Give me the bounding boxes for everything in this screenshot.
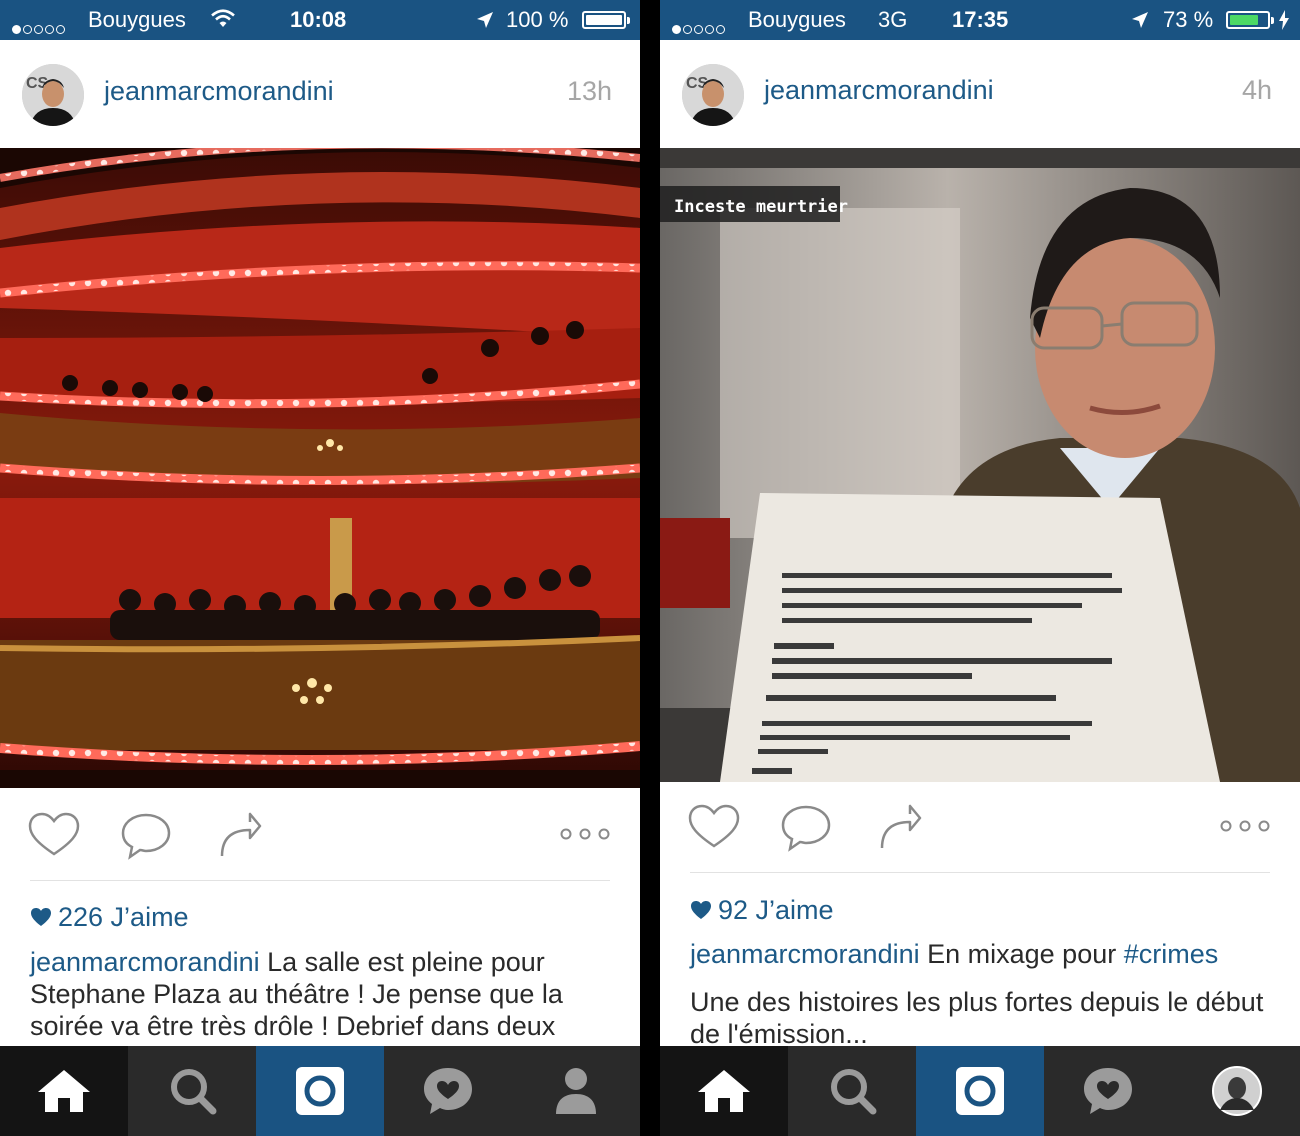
divider (690, 872, 1270, 873)
wifi-icon (211, 9, 235, 27)
activity-heart-bubble-icon (1084, 1068, 1132, 1114)
activity-tab[interactable] (1044, 1046, 1172, 1136)
caption-text: En mixage pour (919, 939, 1124, 969)
caption-hashtag[interactable]: #crimes (1124, 939, 1219, 969)
photo-overlay-title: Inceste meurtrier (674, 197, 848, 217)
profile-icon (556, 1068, 596, 1114)
likes-label: 226 J’aime (58, 902, 189, 932)
like-heart-icon[interactable] (28, 812, 80, 858)
caption-username[interactable]: jeanmarcmorandini (30, 947, 260, 977)
more-options-icon[interactable] (560, 828, 610, 840)
battery-icon (582, 11, 630, 29)
camera-icon (296, 1067, 344, 1115)
signal-dots-icon (12, 14, 67, 40)
home-icon (38, 1070, 90, 1112)
tab-bar (0, 1046, 640, 1136)
comment-bubble-icon[interactable] (780, 804, 832, 852)
post-caption: jeanmarcmorandini La salle est pleine po… (30, 946, 620, 1042)
network-type: 3G (878, 7, 908, 32)
post-username[interactable]: jeanmarcmorandini (764, 75, 994, 106)
tab-bar (660, 1046, 1300, 1136)
small-heart-icon (691, 900, 711, 919)
profile-avatar-tab[interactable] (1172, 1046, 1300, 1136)
caption-username[interactable]: jeanmarcmorandini (690, 939, 920, 969)
user-avatar[interactable]: CS (682, 64, 744, 126)
battery-percent: 100 % (506, 7, 569, 32)
share-arrow-icon[interactable] (216, 812, 262, 858)
home-icon (698, 1070, 750, 1112)
carrier-label: Bouygues (748, 7, 846, 32)
profile-avatar-icon (1212, 1066, 1262, 1116)
comment-bubble-icon[interactable] (120, 812, 172, 860)
location-arrow-icon (477, 12, 493, 28)
likes-label: 92 J’aime (718, 895, 834, 925)
more-options-icon[interactable] (1220, 820, 1270, 832)
likes-count[interactable]: 226 J’aime (30, 902, 189, 933)
phone-screen-left: Bouygues 10:08 100 % CS jeanmarcmorandin… (0, 0, 640, 1136)
search-tab[interactable] (128, 1046, 256, 1136)
clock: 17:35 (952, 7, 1009, 32)
post-caption: jeanmarcmorandini En mixage pour #crimes (690, 938, 1280, 970)
charging-bolt-icon (1279, 10, 1289, 30)
battery-icon (1226, 11, 1274, 29)
post-caption-line2: Une des histoires les plus fortes depuis… (690, 987, 1264, 1049)
profile-tab[interactable] (512, 1046, 640, 1136)
camera-icon (956, 1067, 1004, 1115)
phone-screen-right: Bouygues 3G 17:35 73 % CS jeanmarcmorand… (660, 0, 1300, 1136)
post-photo[interactable]: Inceste meurtrier (660, 148, 1300, 782)
likes-count[interactable]: 92 J’aime (690, 895, 834, 926)
camera-tab[interactable] (916, 1046, 1044, 1136)
home-tab[interactable] (660, 1046, 788, 1136)
location-arrow-icon (1132, 12, 1148, 28)
small-heart-icon (31, 907, 51, 926)
like-heart-icon[interactable] (688, 804, 740, 850)
home-tab[interactable] (0, 1046, 128, 1136)
post-actions (0, 790, 640, 880)
post-time: 4h (1241, 75, 1272, 105)
post-header: CS jeanmarcmorandini 4h (660, 40, 1300, 148)
activity-tab[interactable] (384, 1046, 512, 1136)
signal-dots-icon (672, 14, 727, 40)
search-icon (171, 1069, 217, 1115)
post-actions (660, 782, 1300, 872)
clock: 10:08 (290, 7, 347, 32)
search-icon (831, 1069, 877, 1115)
status-bar: Bouygues 10:08 100 % (0, 0, 640, 40)
battery-percent: 73 % (1163, 7, 1214, 32)
post-time: 13h (566, 76, 612, 106)
camera-tab[interactable] (256, 1046, 384, 1136)
divider (30, 880, 610, 881)
post-username[interactable]: jeanmarcmorandini (104, 76, 334, 107)
carrier-label: Bouygues (88, 7, 186, 32)
post-header: CS jeanmarcmorandini 13h (0, 40, 640, 148)
post-photo[interactable] (0, 148, 640, 788)
activity-heart-bubble-icon (424, 1068, 472, 1114)
user-avatar[interactable]: CS (22, 64, 84, 126)
search-tab[interactable] (788, 1046, 916, 1136)
status-bar: Bouygues 3G 17:35 73 % (660, 0, 1300, 40)
share-arrow-icon[interactable] (876, 804, 922, 850)
